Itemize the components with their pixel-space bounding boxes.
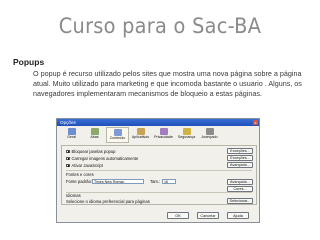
size-select[interactable]: 16	[162, 179, 176, 184]
tab-label: Avançado	[201, 135, 218, 139]
privacy-icon	[159, 128, 168, 135]
section-heading: Popups	[13, 57, 45, 67]
size-label: Tam.:	[150, 179, 161, 184]
javascript-row[interactable]: Ativar JavaScript	[66, 163, 103, 168]
default-font-select[interactable]: Times New Roman	[92, 179, 144, 184]
fonts-group-label: Fontes e cores	[66, 172, 94, 177]
dialog-titlebar: Opções x	[57, 119, 259, 126]
tab-aplicativos[interactable]: Aplicativos	[129, 127, 152, 143]
default-font-label: Fonte padrão:	[66, 179, 93, 184]
cancel-button[interactable]: Cancelar	[197, 212, 219, 219]
body-paragraph: O popup é recurso utilizado pelos sites …	[33, 69, 302, 98]
tab-label: Segurança	[177, 135, 196, 139]
popup-exceptions-button[interactable]: Exceções...	[227, 148, 253, 154]
languages-text: Selecione o idioma preferencial para pág…	[66, 199, 150, 204]
dialog-title: Opções	[60, 120, 76, 125]
content-icon	[113, 129, 122, 136]
popup-block-label: Bloquear janelas popup	[71, 149, 116, 154]
fonts-advanced-button[interactable]: Avançado...	[227, 179, 253, 185]
javascript-advanced-button[interactable]: Avançado...	[227, 162, 253, 168]
load-images-label: Carregar imagens automaticamente	[71, 156, 139, 161]
tab-seguranca[interactable]: Segurança	[175, 127, 198, 143]
ok-button[interactable]: OK	[167, 212, 189, 219]
popup-block-row[interactable]: Bloquear janelas popup	[66, 149, 116, 154]
javascript-checkbox[interactable]	[66, 163, 70, 168]
languages-group-label: Idiomas	[66, 193, 81, 198]
tab-abas[interactable]: Abas	[83, 127, 106, 143]
divider	[66, 170, 252, 171]
select-language-button[interactable]: Selecionar...	[227, 198, 253, 204]
tab-label: Conteúdo	[109, 136, 126, 140]
tab-privacidade[interactable]: Privacidade	[152, 127, 175, 143]
gear-icon	[67, 128, 76, 135]
tab-conteudo[interactable]: Conteúdo	[106, 127, 129, 143]
tab-avancado[interactable]: Avançado	[198, 127, 221, 143]
divider	[66, 192, 252, 193]
tab-geral[interactable]: Geral	[60, 127, 83, 143]
close-icon[interactable]: x	[253, 120, 258, 125]
load-images-checkbox[interactable]	[66, 156, 70, 161]
tabs-icon	[90, 128, 99, 135]
options-dialog-screenshot: Opções x Geral Abas Conteúdo Aplicativos…	[56, 118, 260, 223]
advanced-icon	[205, 128, 214, 135]
apps-icon	[136, 128, 145, 135]
tab-label: Geral	[67, 135, 76, 139]
images-exceptions-button[interactable]: Exceções...	[227, 155, 253, 161]
content-panel: Bloquear janelas popup Carregar imagens …	[61, 145, 257, 205]
tab-label: Privacidade	[154, 135, 173, 139]
popup-block-checkbox[interactable]	[66, 149, 70, 154]
help-button[interactable]: Ajuda	[227, 212, 249, 219]
javascript-label: Ativar JavaScript	[71, 163, 103, 168]
load-images-row[interactable]: Carregar imagens automaticamente	[66, 156, 138, 161]
tab-label: Aplicativos	[131, 135, 150, 139]
dialog-tab-toolbar: Geral Abas Conteúdo Aplicativos Privacid…	[60, 127, 221, 143]
tab-label: Abas	[90, 135, 99, 139]
slide-title: Curso para o Sac-BA	[58, 14, 262, 38]
lock-icon	[182, 128, 191, 135]
